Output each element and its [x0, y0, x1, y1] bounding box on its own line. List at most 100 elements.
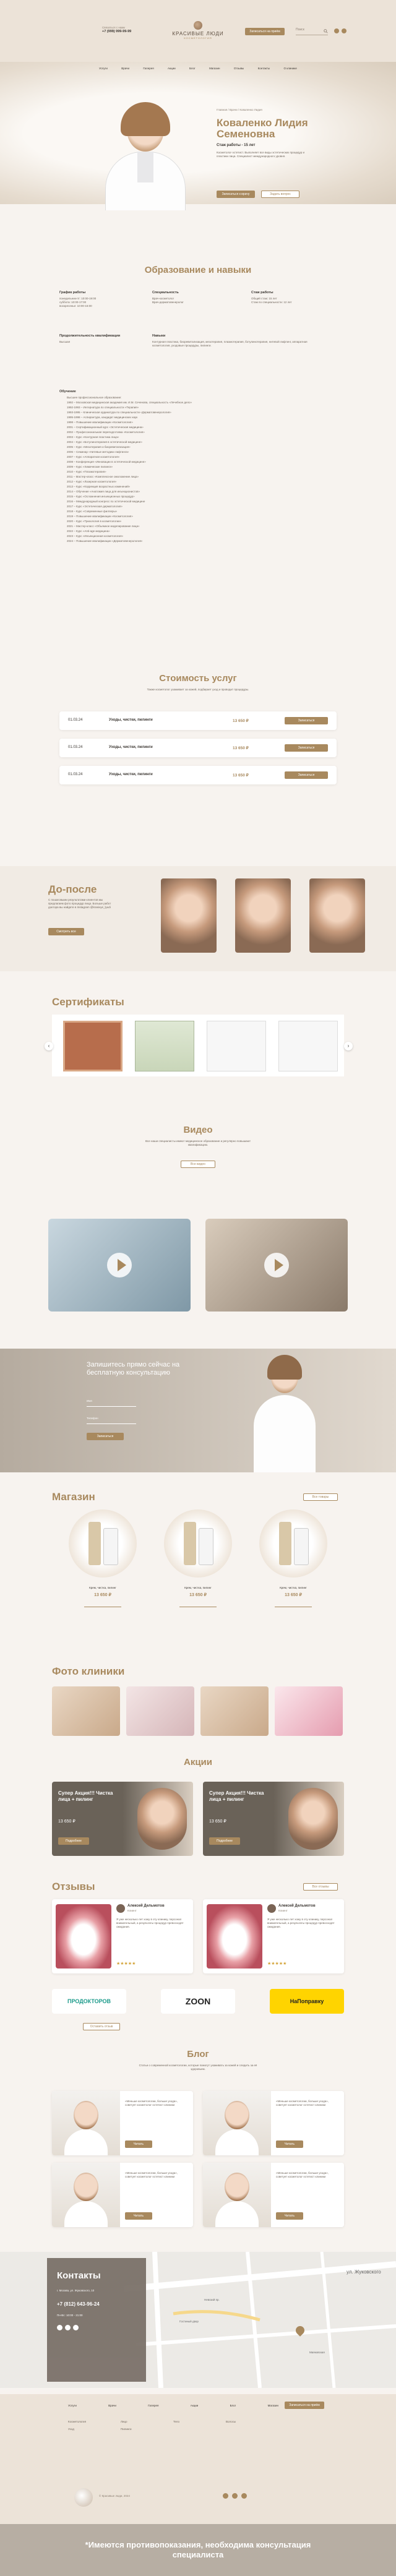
telegram-icon[interactable]	[65, 2325, 71, 2330]
video-thumb[interactable]	[205, 1219, 348, 1312]
before-after-photo[interactable]	[161, 878, 217, 953]
contacts-phone[interactable]: +7 (812) 643-96-24	[57, 2301, 100, 2307]
shop-all-button[interactable]: Все товары	[303, 1493, 338, 1501]
video-thumb[interactable]	[48, 1219, 191, 1312]
product-price: 13 650 ₽	[94, 1593, 111, 1597]
footer-nav-item[interactable]: Галерея	[148, 2404, 158, 2408]
review-author: Алексей Дельмотов	[127, 1904, 165, 1908]
header-cta-button[interactable]: Записаться на приём	[245, 28, 285, 35]
footer-logo[interactable]	[74, 2488, 93, 2507]
nav-item[interactable]: Врачи	[121, 67, 129, 71]
arrow-left-icon[interactable]: ‹	[45, 1042, 53, 1050]
qual-block: Продолжительность квалификации Высшая	[59, 334, 134, 344]
footer-link[interactable]: Косметология	[68, 2420, 121, 2424]
consult-name-input[interactable]: Имя	[87, 1399, 136, 1407]
vk-icon[interactable]	[334, 28, 339, 33]
blog-title: Блог	[187, 2049, 209, 2059]
blog-card[interactable]: «Меньше косметологии, больше ухода», сов…	[203, 2163, 344, 2227]
clinic-photo[interactable]	[126, 1686, 194, 1736]
footer-nav-item[interactable]: Врачи	[108, 2404, 116, 2408]
promo-button[interactable]: Подробнее	[209, 1837, 240, 1845]
edu-block: Обучение Высшее профессиональное образов…	[59, 390, 332, 544]
nav-item[interactable]: Отзывы	[234, 67, 244, 71]
price-book-button[interactable]: Записаться	[285, 771, 328, 779]
footer-nav-item[interactable]: Магазин	[268, 2404, 278, 2408]
consult-phone-input[interactable]: Телефон	[87, 1417, 136, 1424]
before-after-photo[interactable]	[235, 878, 291, 953]
product-button[interactable]	[275, 1602, 312, 1607]
nav-item[interactable]: Услуги	[99, 67, 108, 71]
partner-logo[interactable]: ПРОДОКТОРОВ	[52, 1989, 126, 2014]
price-row: 01.03.24 Уходы, чистки, пилинги 13 650 ₽ За…	[59, 739, 337, 757]
promo-button[interactable]: Подробнее	[58, 1837, 89, 1845]
footer-nav-item[interactable]: Акции	[191, 2404, 199, 2408]
consult-button[interactable]: Записаться	[87, 1433, 124, 1440]
edu-line: 2013 – Курс «Коррекция возрастных измене…	[67, 485, 131, 488]
telegram-icon[interactable]	[232, 2493, 238, 2499]
product-card[interactable]: Крем, чистка, пилинг 13 650 ₽	[252, 1509, 334, 1646]
brand-logo[interactable]: КРАСИВЫЕ ЛЮДИ КОСМЕТОЛОГИЯ	[168, 21, 228, 40]
product-card[interactable]: Крем, чистка, пилинг 13 650 ₽	[62, 1509, 144, 1646]
nav-item[interactable]: Магазин	[209, 67, 220, 71]
footer-nav-item[interactable]: Услуги	[68, 2404, 77, 2408]
blog-card[interactable]: «Меньше косметологии, больше ухода», сов…	[52, 2163, 193, 2227]
clinic-photo[interactable]	[200, 1686, 269, 1736]
edu-line: 2010 – Курс «Плазмотерапия»	[67, 470, 106, 473]
reviews-all-button[interactable]: Все отзывы	[303, 1883, 338, 1891]
price-book-button[interactable]: Записаться	[285, 744, 328, 752]
footer-link[interactable]: Пилинги	[121, 2428, 173, 2431]
arrow-right-icon[interactable]: ›	[344, 1042, 353, 1050]
nav-item[interactable]: Акции	[168, 67, 176, 71]
nav-item[interactable]: Галерея	[143, 67, 153, 71]
whatsapp-icon[interactable]	[73, 2325, 79, 2330]
product-card[interactable]: Крем, чистка, пилинг 13 650 ₽	[157, 1509, 239, 1646]
price-book-button[interactable]: Записаться	[285, 717, 328, 724]
header-phone[interactable]: +7 (999) 999-99-99	[102, 30, 158, 33]
contacts-hours: Пн-Вс: 10:00 - 21:00	[57, 2314, 83, 2317]
certificate-image[interactable]	[207, 1021, 266, 1071]
footer-nav-item[interactable]: Блог	[230, 2404, 236, 2408]
certificate-image[interactable]	[135, 1021, 194, 1071]
partner-logo[interactable]: ZOON	[161, 1989, 235, 2014]
product-button[interactable]	[84, 1602, 121, 1607]
vk-icon[interactable]	[57, 2325, 62, 2330]
partner-logo[interactable]: НаПоправку	[270, 1989, 344, 2014]
blog-read-button[interactable]: Читать	[276, 2212, 303, 2220]
clinic-photo[interactable]	[275, 1686, 343, 1736]
footer-link[interactable]: Тело	[173, 2420, 226, 2424]
leave-review-button[interactable]: Оставить отзыв	[83, 2023, 120, 2030]
footer-copyright: © Красивые люди, 2024	[99, 2494, 130, 2497]
contacts-title: Контакты	[57, 2270, 101, 2281]
nav-item[interactable]: О клинике	[283, 67, 296, 71]
price-date: 01.03.24	[68, 745, 83, 749]
product-button[interactable]	[179, 1602, 217, 1607]
footer-link[interactable]: Уход	[68, 2428, 121, 2431]
blog-card[interactable]: «Меньше косметологии, больше ухода», сов…	[52, 2091, 193, 2155]
certificate-image[interactable]	[63, 1021, 123, 1071]
footer-link[interactable]: Лицо	[121, 2420, 173, 2424]
doctor-photo	[93, 102, 198, 210]
clinic-photo[interactable]	[52, 1686, 120, 1736]
promo-card[interactable]: Супер Акция!!! Чистка лица + пилинг 13 6…	[203, 1782, 344, 1856]
vk-icon[interactable]	[223, 2493, 228, 2499]
footer-link[interactable]: Волосы	[226, 2420, 278, 2424]
telegram-icon[interactable]	[342, 28, 346, 33]
blog-read-button[interactable]: Читать	[125, 2140, 152, 2148]
blog-read-button[interactable]: Читать	[125, 2212, 152, 2220]
nav-item[interactable]: Контакты	[258, 67, 270, 71]
certificate-image[interactable]	[278, 1021, 338, 1071]
before-after-button[interactable]: Смотреть все	[48, 928, 84, 935]
promo-card[interactable]: Супер Акция!!! Чистка лица + пилинг 13 6…	[52, 1782, 193, 1856]
rating-stars: ★★★★★	[267, 1962, 287, 1966]
all-videos-button[interactable]: Все видео	[181, 1161, 215, 1168]
header-search[interactable]: Поиск	[296, 28, 328, 35]
blog-card[interactable]: «Меньше косметологии, больше ухода», сов…	[203, 2091, 344, 2155]
breadcrumb[interactable]: Главная / Врачи / Коваленко Лидия	[217, 108, 262, 112]
before-after-photo[interactable]	[309, 878, 365, 953]
blog-read-button[interactable]: Читать	[276, 2140, 303, 2148]
book-doctor-button[interactable]: Записаться к врачу	[217, 191, 255, 198]
whatsapp-icon[interactable]	[241, 2493, 247, 2499]
ask-question-button[interactable]: Задать вопрос	[261, 191, 299, 198]
nav-item[interactable]: Блог	[189, 67, 196, 71]
footer-cta-button[interactable]: Записаться на приём	[285, 2402, 324, 2409]
